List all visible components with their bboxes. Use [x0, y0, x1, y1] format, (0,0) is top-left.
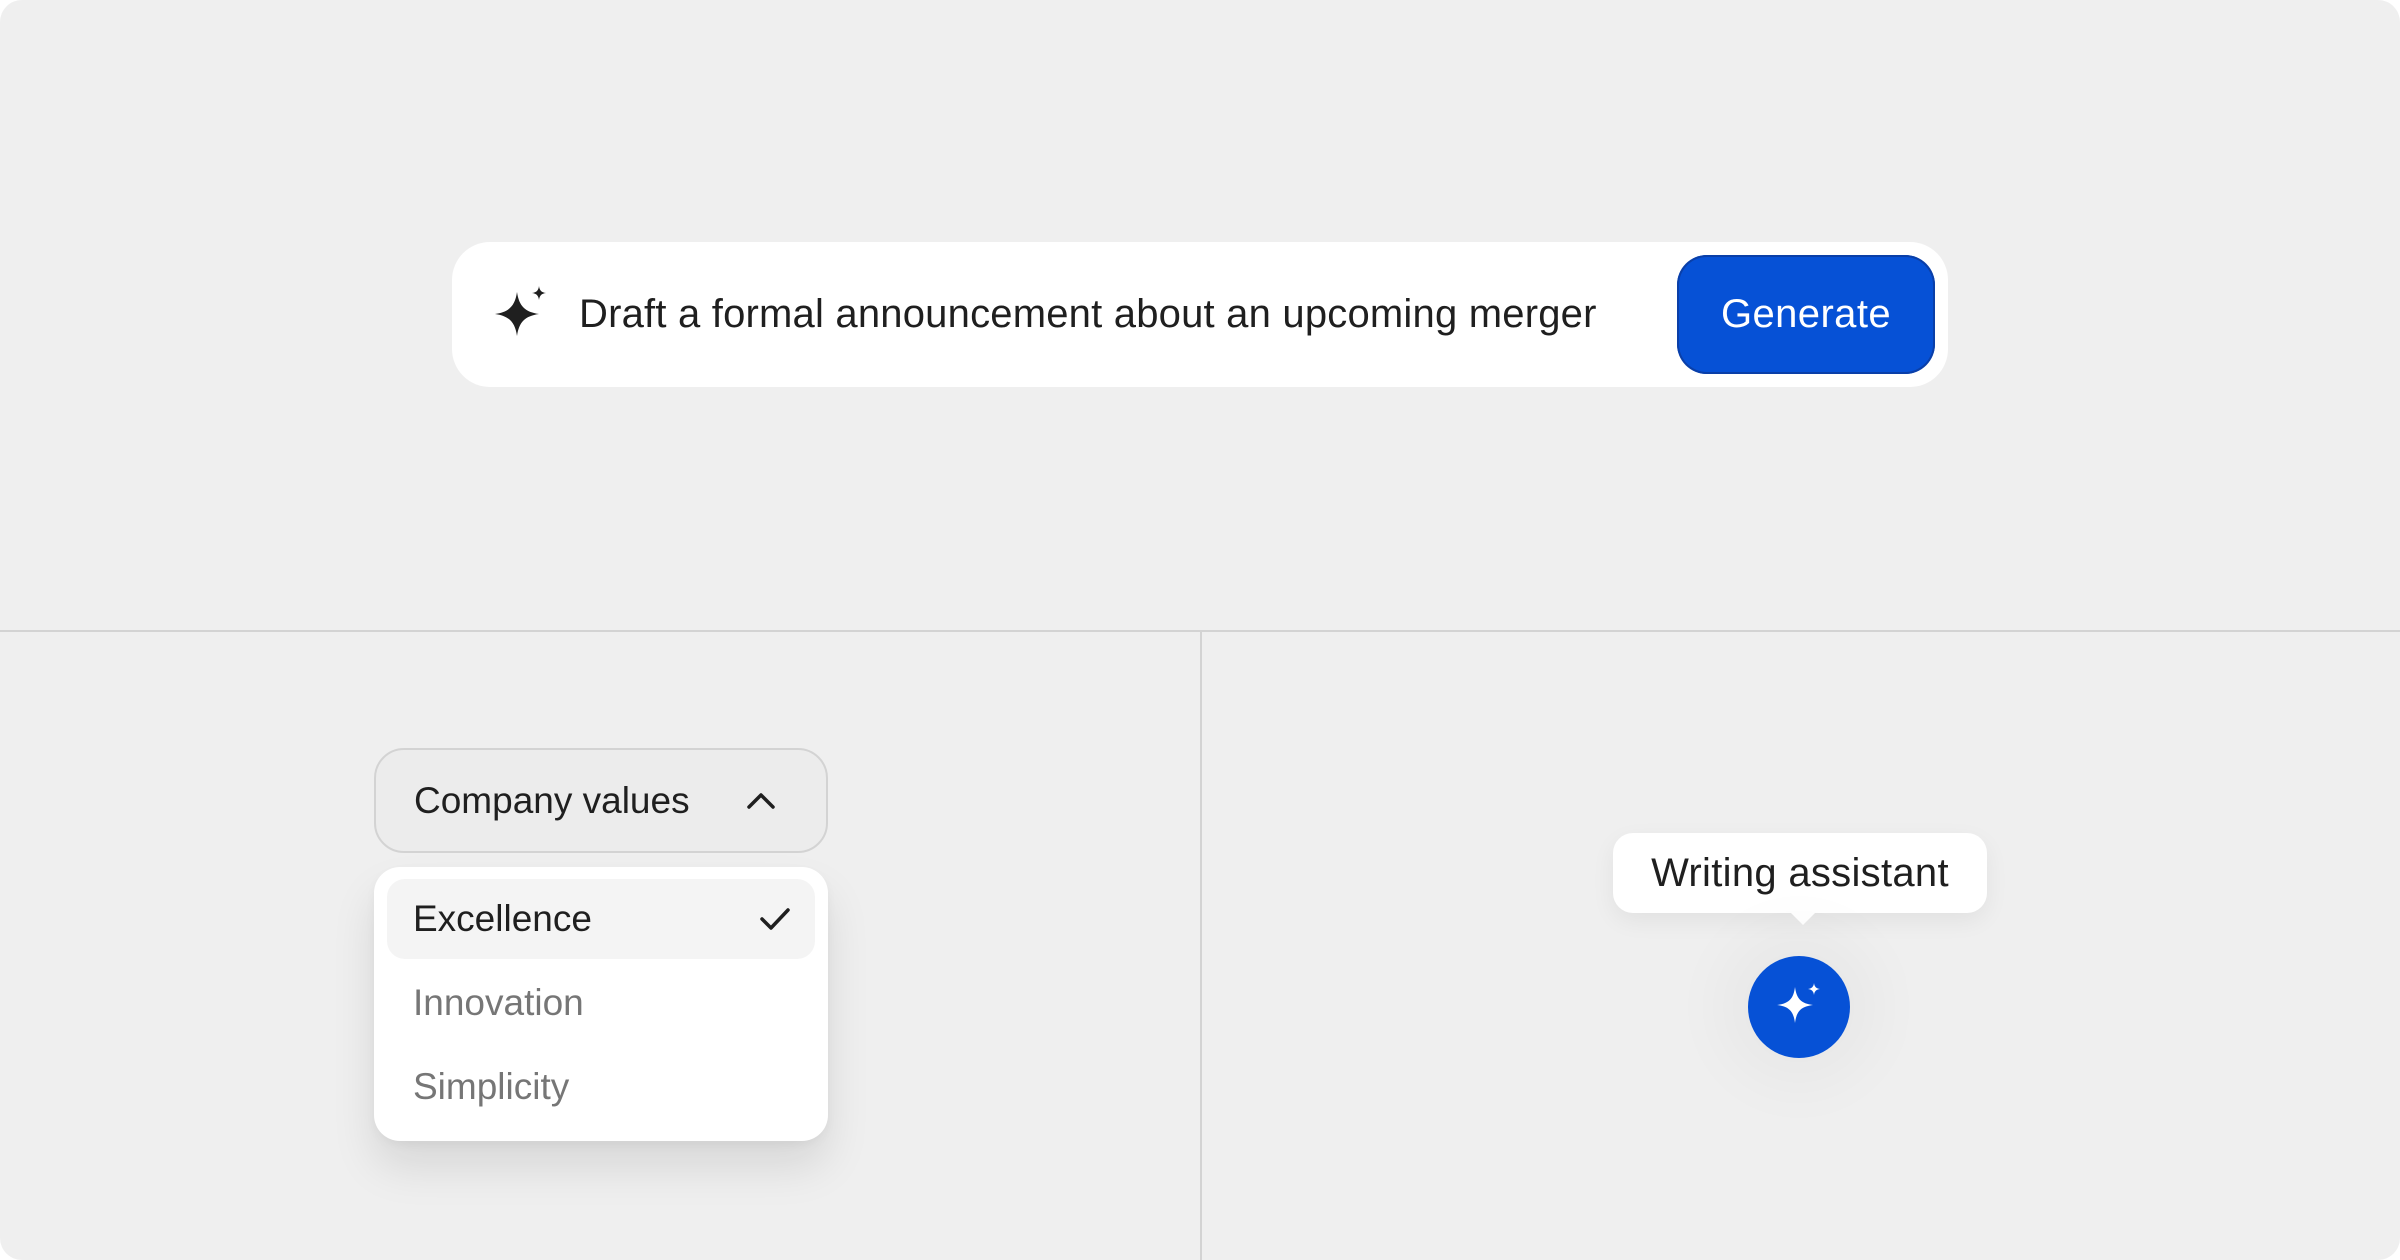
tooltip-pointer — [1789, 911, 1817, 925]
company-values-dropdown[interactable]: Company values — [374, 748, 828, 853]
generate-button[interactable]: Generate — [1677, 255, 1935, 374]
check-icon — [760, 908, 790, 930]
sparkle-icon — [1777, 983, 1820, 1023]
dropdown-label: Company values — [414, 780, 690, 821]
canvas: Draft a formal announcement about an upc… — [0, 0, 2400, 1260]
dropdown-menu: Excellence Innovation Simplicity — [374, 867, 828, 1141]
chevron-up-icon — [747, 793, 775, 809]
menu-item-innovation[interactable]: Innovation — [387, 963, 815, 1043]
vertical-divider — [1200, 631, 1202, 1260]
prompt-bar[interactable]: Draft a formal announcement about an upc… — [452, 242, 1948, 387]
menu-item-label: Simplicity — [413, 1066, 570, 1107]
menu-item-label: Excellence — [413, 898, 592, 939]
menu-item-label: Innovation — [413, 982, 584, 1023]
menu-item-simplicity[interactable]: Simplicity — [387, 1047, 815, 1127]
writing-assistant-button[interactable] — [1748, 956, 1850, 1058]
prompt-input-text[interactable]: Draft a formal announcement about an upc… — [579, 242, 1597, 387]
menu-item-excellence[interactable]: Excellence — [387, 879, 815, 959]
sparkle-icon — [495, 286, 546, 336]
writing-assistant-tooltip: Writing assistant — [1613, 833, 1987, 925]
tooltip-label: Writing assistant — [1651, 851, 1949, 895]
